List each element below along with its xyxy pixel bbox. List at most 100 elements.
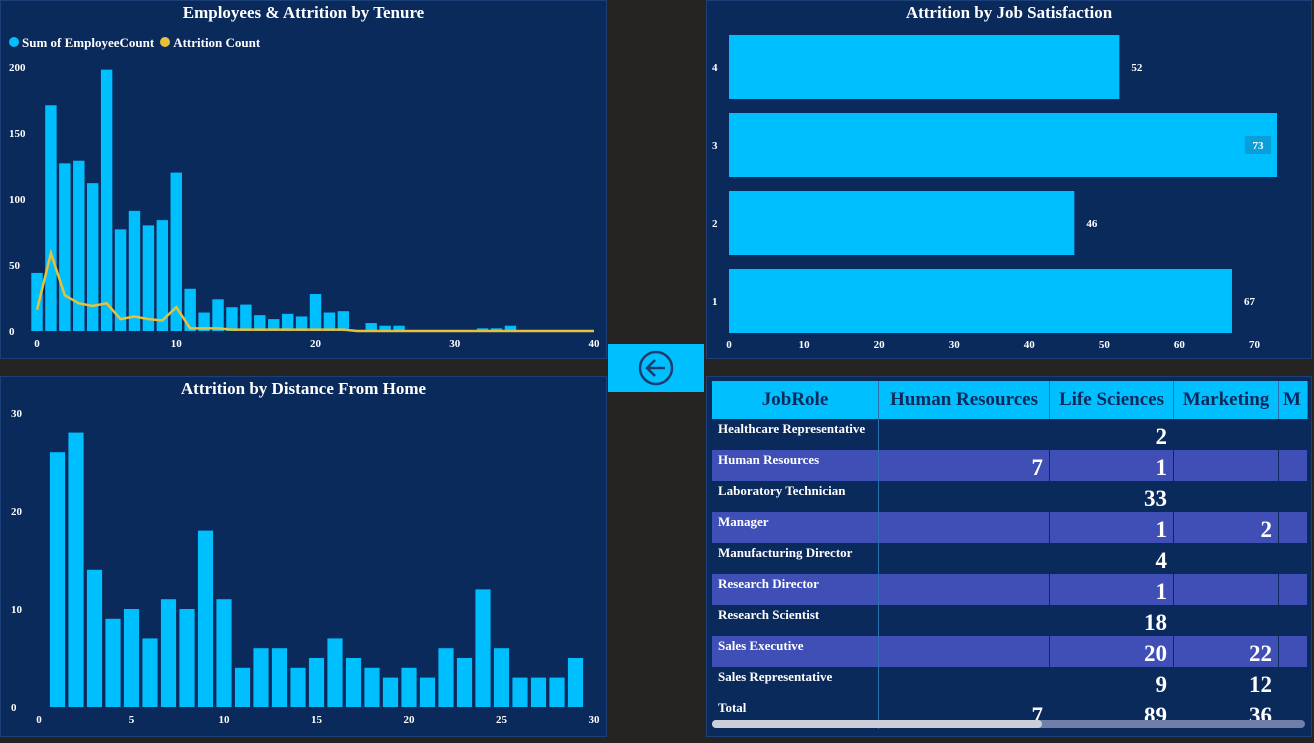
matrix-row-header: Research Director bbox=[712, 574, 879, 605]
matrix-cell: 1 bbox=[1049, 450, 1174, 481]
matrix-row-header: Healthcare Representative bbox=[712, 419, 879, 450]
matrix-row-header: Laboratory Technician bbox=[712, 481, 879, 512]
bar bbox=[240, 304, 252, 331]
bar bbox=[308, 658, 325, 707]
matrix-cell bbox=[1278, 543, 1308, 574]
matrix-row[interactable]: Research Scientist 18 bbox=[712, 605, 1308, 636]
x-tick-label: 30 bbox=[589, 714, 601, 726]
matrix-cell bbox=[878, 419, 1050, 450]
matrix-row[interactable]: Laboratory Technician 33 bbox=[712, 481, 1308, 512]
jobrole-matrix: JobRole Human Resources Life Sciences Ma… bbox=[706, 376, 1312, 737]
matrix-cell bbox=[1278, 512, 1308, 543]
matrix-header-jobrole[interactable]: JobRole bbox=[712, 381, 879, 419]
x-tick-label: 15 bbox=[311, 714, 323, 726]
matrix-cell: 4 bbox=[1049, 543, 1174, 574]
distance-chart-panel: Attrition by Distance From Home 0 10 20 30 0… bbox=[0, 376, 607, 737]
matrix-header-life-sciences[interactable]: Life Sciences bbox=[1049, 381, 1174, 419]
arrow-left-circle-icon bbox=[638, 350, 674, 386]
matrix-cell bbox=[1173, 419, 1279, 450]
matrix-cell: 20 bbox=[1049, 636, 1174, 667]
back-button[interactable] bbox=[608, 344, 704, 392]
bar bbox=[105, 618, 121, 707]
y-tick-label: 4 bbox=[712, 62, 718, 74]
bar bbox=[271, 648, 288, 707]
matrix-cell bbox=[1278, 574, 1308, 605]
distance-chart-plot: 0 10 20 30 0 5 10 15 20 25 30 bbox=[11, 408, 601, 726]
satisfaction-chart-panel: Attrition by Job Satisfaction 0 10 20 30 40 5… bbox=[706, 0, 1312, 359]
bar bbox=[729, 269, 1232, 333]
x-tick-label: 0 bbox=[34, 338, 40, 350]
bar bbox=[156, 220, 169, 331]
matrix-row-header: Sales Executive bbox=[712, 636, 879, 667]
bar bbox=[530, 677, 547, 707]
matrix-cell bbox=[878, 667, 1050, 698]
scrollbar-thumb[interactable] bbox=[712, 720, 1042, 728]
matrix-row[interactable]: Healthcare Representative 2 bbox=[712, 419, 1308, 450]
bar bbox=[323, 312, 336, 331]
satisfaction-chart-plot: 0 10 20 30 40 50 60 70 4 52 3 73 2 46 1 67 bbox=[712, 35, 1277, 351]
matrix-cell bbox=[1173, 574, 1279, 605]
bar bbox=[512, 677, 528, 707]
bar bbox=[142, 638, 158, 707]
matrix-row[interactable]: Research Director 1 bbox=[712, 574, 1308, 605]
matrix-table: JobRole Human Resources Life Sciences Ma… bbox=[712, 381, 1308, 729]
data-label: 67 bbox=[1244, 296, 1256, 308]
matrix-cell: 1 bbox=[1049, 574, 1174, 605]
y-tick-label: 1 bbox=[712, 296, 718, 308]
matrix-cell bbox=[878, 543, 1050, 574]
bar bbox=[493, 648, 510, 707]
matrix-cell bbox=[1173, 450, 1279, 481]
matrix-header-partial[interactable]: M bbox=[1278, 381, 1308, 419]
y-tick-label: 0 bbox=[9, 326, 15, 338]
bar bbox=[123, 609, 140, 707]
bar bbox=[327, 638, 343, 707]
matrix-cell bbox=[878, 512, 1050, 543]
bar bbox=[281, 313, 294, 331]
matrix-cell bbox=[1278, 636, 1308, 667]
matrix-header-human-resources[interactable]: Human Resources bbox=[878, 381, 1050, 419]
y-tick-label: 150 bbox=[9, 128, 26, 140]
y-tick-label: 100 bbox=[9, 194, 26, 206]
matrix-row[interactable]: Sales Representative 9 12 bbox=[712, 667, 1308, 698]
x-tick-label: 40 bbox=[589, 338, 601, 350]
matrix-row[interactable]: Manager 1 2 bbox=[712, 512, 1308, 543]
matrix-row-header: Human Resources bbox=[712, 450, 879, 481]
bar bbox=[364, 667, 380, 707]
bar bbox=[31, 272, 43, 331]
matrix-row-header: Manufacturing Director bbox=[712, 543, 879, 574]
bar bbox=[45, 105, 57, 331]
bar bbox=[179, 609, 195, 707]
x-tick-label: 70 bbox=[1249, 339, 1261, 351]
matrix-row[interactable]: Sales Executive 20 22 bbox=[712, 636, 1308, 667]
bar bbox=[142, 225, 155, 331]
matrix-row-header: Sales Representative bbox=[712, 667, 879, 698]
bar bbox=[160, 599, 177, 707]
matrix-row[interactable]: Manufacturing Director 4 bbox=[712, 543, 1308, 574]
x-tick-label: 5 bbox=[129, 714, 135, 726]
tenure-chart-panel: Employees & Attrition by Tenure Sum of E… bbox=[0, 0, 607, 359]
bar bbox=[253, 648, 269, 707]
y-tick-label: 50 bbox=[9, 260, 21, 272]
matrix-cell bbox=[878, 636, 1050, 667]
bar bbox=[197, 530, 214, 707]
bar bbox=[345, 658, 362, 707]
matrix-cell bbox=[1173, 543, 1279, 574]
bar bbox=[309, 294, 322, 331]
x-tick-label: 20 bbox=[404, 714, 416, 726]
x-tick-label: 50 bbox=[1099, 339, 1111, 351]
matrix-cell bbox=[1278, 481, 1308, 512]
matrix-row[interactable]: Human Resources 7 1 bbox=[712, 450, 1308, 481]
bar bbox=[729, 191, 1075, 255]
matrix-cell: 22 bbox=[1173, 636, 1279, 667]
matrix-cell bbox=[878, 481, 1050, 512]
matrix-header-marketing[interactable]: Marketing bbox=[1173, 381, 1279, 419]
matrix-cell: 12 bbox=[1173, 667, 1279, 698]
bar bbox=[438, 648, 454, 707]
matrix-horizontal-scrollbar[interactable] bbox=[712, 720, 1305, 728]
bar bbox=[234, 667, 251, 707]
bar bbox=[337, 311, 350, 331]
bar bbox=[729, 113, 1277, 177]
x-tick-label: 0 bbox=[36, 714, 42, 726]
matrix-cell: 2 bbox=[1173, 512, 1279, 543]
x-tick-label: 10 bbox=[219, 714, 231, 726]
